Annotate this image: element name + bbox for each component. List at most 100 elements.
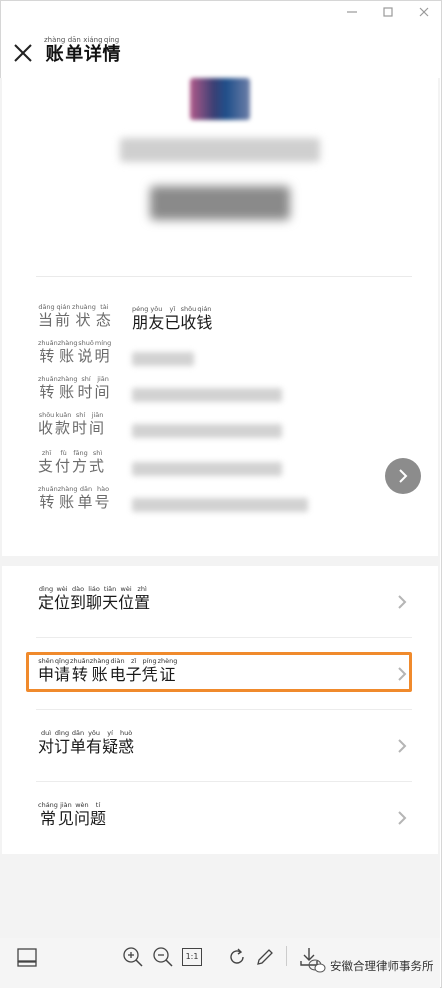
- pinyin-annotation: shí: [72, 411, 90, 419]
- menu-item-label: 对duì订dìng单dān有yǒu疑yí惑huò: [38, 729, 135, 757]
- menu-item-label: 定dìng位wèi到dào聊liáo天tiān位wèi置zhì: [38, 585, 151, 613]
- chevron-right-icon: [398, 595, 407, 609]
- pinyin-annotation: zhàng: [57, 339, 78, 347]
- ruby-char: 友yǒu: [148, 305, 164, 332]
- hanzi-char: 位: [54, 593, 71, 612]
- hanzi-char: 疑: [102, 737, 119, 756]
- ruby-char: 支zhī: [38, 449, 56, 475]
- window-close-icon[interactable]: [416, 6, 432, 22]
- hanzi-char: 时: [72, 419, 90, 437]
- hanzi-char: 见: [57, 809, 74, 828]
- ruby-char: 转zhuǎn: [38, 375, 58, 401]
- pinyin-annotation: zhàng: [57, 485, 78, 493]
- menu-item-faq[interactable]: 常cháng见jiàn问wèn题tí: [36, 782, 412, 854]
- pinyin-annotation: wèn: [73, 801, 90, 809]
- hanzi-char: 账: [57, 383, 78, 401]
- pinyin-annotation: yí: [102, 729, 119, 737]
- hanzi-char: 常: [38, 809, 58, 828]
- chevron-right-icon: [398, 739, 407, 753]
- zoom-in-icon[interactable]: [122, 946, 144, 968]
- pinyin-annotation: jiān: [89, 411, 107, 419]
- hanzi-char: 对: [38, 737, 55, 756]
- ruby-char: 收shōu: [180, 305, 196, 332]
- pinyin-annotation: shí: [77, 375, 95, 383]
- ruby-char: 置zhì: [134, 585, 151, 612]
- hanzi-char: 转: [38, 383, 58, 401]
- next-page-button[interactable]: [385, 458, 421, 494]
- detail-label: 支zhī付fù方fāng式shì: [38, 449, 106, 476]
- hanzi-char: 转: [38, 493, 58, 511]
- ruby-char: 订dìng: [54, 729, 70, 756]
- pinyin-annotation: yǐ: [164, 305, 181, 313]
- ruby-char: 方fāng: [72, 449, 89, 475]
- pinyin-annotation: zhì: [134, 585, 151, 593]
- hanzi-char: 账: [44, 44, 66, 65]
- hanzi-char: 钱: [196, 313, 213, 332]
- pinyin-annotation: hào: [94, 485, 112, 493]
- ruby-char: 账zhàng: [58, 339, 78, 365]
- ruby-char: 态tài: [96, 303, 113, 329]
- pinyin-annotation: fù: [55, 449, 73, 457]
- ruby-char: 已yǐ: [164, 305, 181, 332]
- pinyin-annotation: dān: [70, 729, 87, 737]
- ruby-char: 账zhàng: [57, 375, 78, 401]
- close-icon[interactable]: [12, 42, 34, 64]
- toolbar-separator: [286, 946, 287, 966]
- detail-row-transfer-id: 转zhuǎn账zhàng单dān号hào: [38, 485, 408, 522]
- ruby-char: 单dān: [78, 485, 95, 511]
- hanzi-char: 已: [164, 313, 181, 332]
- ruby-char: 转zhuǎn: [38, 485, 58, 511]
- pinyin-annotation: wèi: [54, 585, 71, 593]
- maximize-icon[interactable]: [380, 6, 396, 22]
- pinyin-annotation: duì: [38, 729, 54, 737]
- hanzi-char: 号: [94, 493, 112, 511]
- pinyin-annotation: qián: [196, 305, 213, 313]
- pinyin-annotation: shì: [89, 449, 107, 457]
- minimize-icon[interactable]: [344, 6, 360, 22]
- avatar: [190, 78, 250, 120]
- pinyin-annotation: fāng: [72, 449, 90, 457]
- pinyin-annotation: dìng: [54, 729, 71, 737]
- pinyin-annotation: jiàn: [57, 801, 74, 809]
- hanzi-char: 支: [38, 457, 56, 475]
- pinyin-annotation: jiān: [94, 375, 112, 383]
- edit-icon[interactable]: [254, 946, 276, 968]
- ruby-char: 说shuō: [78, 339, 95, 365]
- pinyin-annotation: cháng: [38, 801, 58, 809]
- ruby-char: 单dān: [70, 729, 86, 756]
- pinyin-annotation: zhuǎn: [38, 375, 58, 383]
- ruby-char: 单dān: [65, 36, 83, 65]
- hanzi-char: 状: [72, 311, 96, 329]
- zoom-out-icon[interactable]: [152, 946, 174, 968]
- pinyin-annotation: zhàng: [57, 375, 78, 383]
- hanzi-char: 位: [118, 593, 135, 612]
- ruby-char: 前qián: [55, 303, 72, 329]
- panel-icon[interactable]: [16, 946, 38, 968]
- ruby-char: 到dào: [70, 585, 86, 612]
- pinyin-annotation: dào: [70, 585, 87, 593]
- ruby-char: 间jiān: [89, 411, 106, 437]
- pinyin-annotation: míng: [94, 339, 112, 347]
- pinyin-annotation: yǒu: [86, 729, 103, 737]
- wechat-icon: [308, 959, 326, 973]
- detail-value-blurred: [132, 424, 282, 438]
- actual-size-button[interactable]: 1:1: [182, 948, 202, 966]
- menu-item-label: 常cháng见jiàn问wèn题tí: [38, 801, 106, 829]
- ruby-char: 常cháng: [38, 801, 58, 828]
- pinyin-annotation: wèi: [118, 585, 135, 593]
- ruby-char: 惑huò: [118, 729, 135, 756]
- ruby-char: 时shí: [78, 375, 95, 401]
- pinyin-annotation: tài: [95, 303, 113, 311]
- ruby-char: 题tí: [90, 801, 106, 828]
- ruby-char: 时shí: [72, 411, 90, 437]
- pinyin-annotation: dān: [65, 36, 84, 44]
- hanzi-char: 置: [134, 593, 151, 612]
- ruby-char: 式shì: [89, 449, 106, 475]
- rotate-icon[interactable]: [226, 946, 248, 968]
- hanzi-char: 惑: [118, 737, 135, 756]
- pinyin-annotation: shōu: [38, 411, 56, 419]
- menu-item-order-question[interactable]: 对duì订dìng单dān有yǒu疑yí惑huò: [36, 710, 412, 782]
- detail-value-blurred: [132, 462, 282, 476]
- menu-item-locate-chat[interactable]: 定dìng位wèi到dào聊liáo天tiān位wèi置zhì: [36, 566, 412, 638]
- pinyin-annotation: péng: [132, 305, 149, 313]
